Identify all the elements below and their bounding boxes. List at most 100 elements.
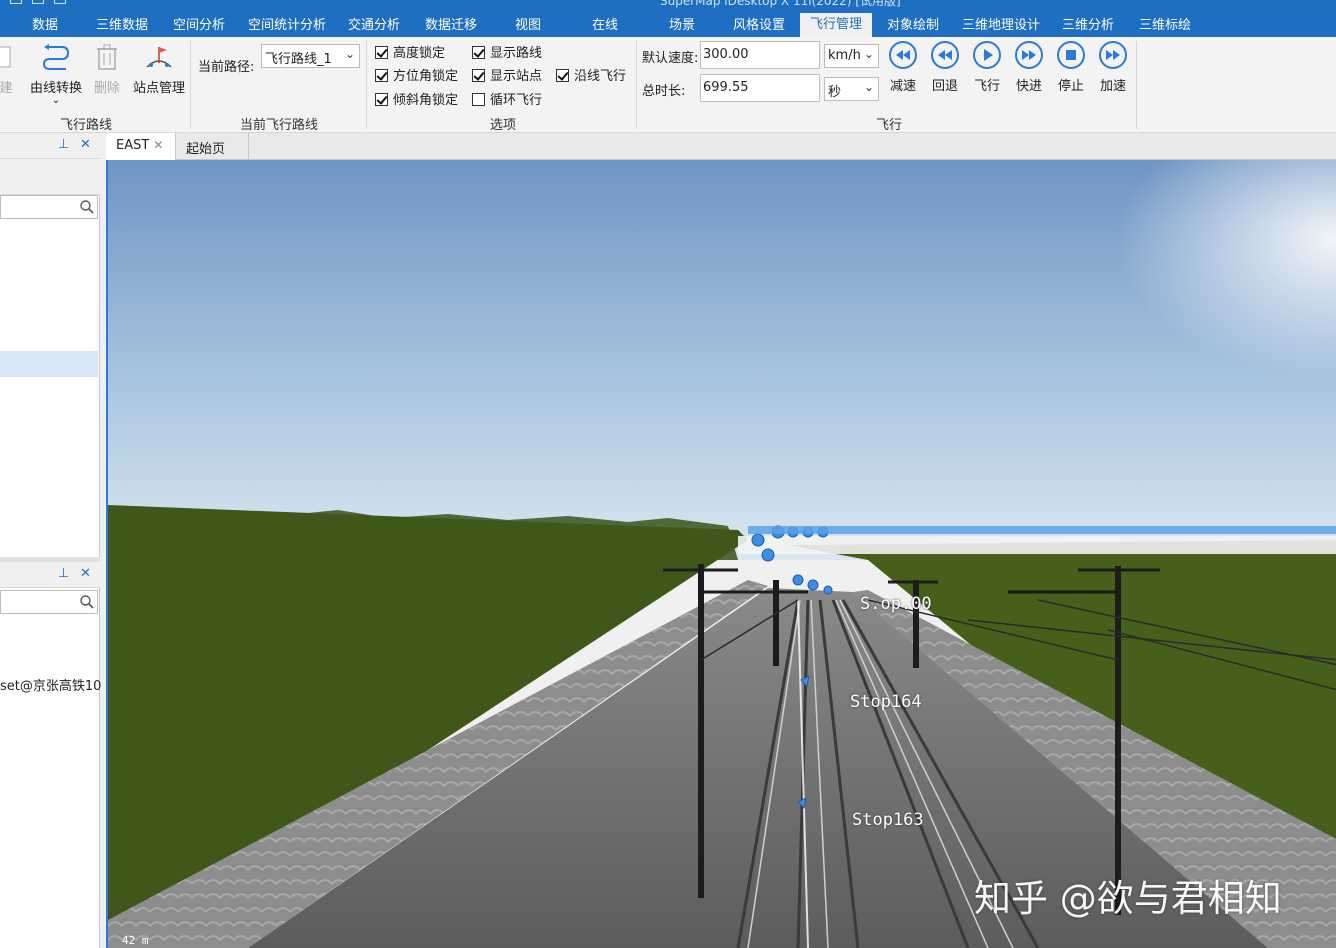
search-input[interactable] [0, 195, 98, 219]
document-tabs: EAST ✕ 起始页 [106, 133, 1336, 160]
rewind-label: 回退 [931, 79, 958, 94]
menu-item[interactable]: 交通分析 [348, 17, 400, 35]
group-label-flight-route: 飞行路线 [60, 118, 113, 133]
fast-forward-icon [1015, 41, 1043, 69]
menu-item[interactable]: 空间分析 [173, 17, 225, 35]
stop-management-label: 站点管理 [132, 81, 185, 96]
speed-unit-value: km/h [828, 48, 861, 63]
menu-item[interactable]: 三维标绘 [1139, 17, 1191, 35]
app-window: SuperMap iDesktop X 11i(2022) [试用版] 数据 三… [0, 0, 1336, 948]
quick-access-icon[interactable] [10, 0, 22, 4]
rewind-button[interactable]: 回退 [925, 41, 965, 94]
duration-unit-value: 秒 [828, 85, 842, 100]
menu-item[interactable]: 对象绘制 [887, 17, 939, 35]
new-route-icon [0, 41, 18, 73]
default-speed-value: 300.00 [703, 47, 749, 62]
checkbox-label: 循环飞行 [490, 93, 543, 108]
menu-item[interactable]: 数据 [32, 17, 58, 35]
trash-icon [90, 41, 124, 73]
checkbox-checked-icon [472, 69, 485, 82]
menu-item[interactable]: 三维数据 [96, 17, 148, 35]
height-lock-checkbox[interactable]: 高度锁定 [375, 42, 445, 61]
group-separator [1136, 41, 1137, 129]
scene-viewport[interactable]: S.op.00 Stop164 Stop163 42 m 知乎 @欲与君相知 [106, 160, 1336, 948]
current-route-select[interactable]: 飞行路线_1 ⌄ [261, 44, 360, 68]
close-icon[interactable]: ✕ [80, 137, 91, 152]
tab-label: 起始页 [186, 142, 226, 157]
default-speed-label: 默认速度: [642, 51, 699, 66]
speed-unit-select[interactable]: km/h ⌄ [824, 44, 879, 68]
fly-button[interactable]: 飞行 [967, 41, 1007, 94]
slow-down-icon [889, 41, 917, 69]
rewind-icon [931, 41, 959, 69]
close-icon[interactable]: ✕ [80, 566, 91, 581]
selected-list-item[interactable] [0, 351, 98, 377]
menu-item[interactable]: 视图 [515, 17, 541, 35]
show-stops-checkbox[interactable]: 显示站点 [472, 65, 542, 84]
tilt-lock-checkbox[interactable]: 倾斜角锁定 [375, 89, 458, 108]
menu-item[interactable]: 场景 [669, 17, 695, 35]
dataset-list-item[interactable]: set@京张高铁10 [0, 675, 101, 694]
checkbox-checked-icon [375, 93, 388, 106]
stop-label: S.op.00 [860, 594, 932, 614]
search-icon [79, 594, 95, 614]
group-label-options: 选项 [490, 118, 517, 133]
menu-item[interactable]: 三维分析 [1062, 17, 1114, 35]
duration-unit-select[interactable]: 秒 ⌄ [824, 77, 879, 101]
slow-down-button[interactable]: 减速 [883, 41, 923, 94]
quick-access-icon[interactable] [32, 0, 44, 4]
scale-label: 42 m [122, 934, 149, 947]
pin-icon[interactable]: ⊥ [58, 137, 69, 152]
group-label-flight: 飞行 [876, 118, 903, 133]
fly-along-line-checkbox[interactable]: 沿线飞行 [556, 65, 626, 84]
checkbox-checked-icon [556, 69, 569, 82]
stop-icon [1057, 41, 1085, 69]
slow-down-label: 减速 [889, 79, 916, 94]
chevron-down-icon[interactable]: ⌄ [28, 96, 84, 106]
search-input[interactable] [0, 590, 98, 614]
convert-from-line-button[interactable]: 由线转换 ⌄ [28, 41, 84, 106]
menu-item[interactable]: 在线 [592, 17, 618, 35]
new-route-button[interactable]: 建 [0, 41, 18, 96]
chevron-down-icon: ⌄ [344, 47, 355, 61]
search-icon [79, 199, 95, 219]
panel-header: ⊥ ✕ [0, 133, 100, 159]
panel-header: ⊥ ✕ [0, 562, 100, 588]
menu-item[interactable]: 风格设置 [733, 17, 785, 35]
ribbon-toolbar: 建 由线转换 ⌄ 删除 站点管理 飞行路线 当前路径: 飞行路线_1 ⌄ 当前飞… [0, 37, 1336, 133]
group-label-current-route: 当前飞行路线 [240, 118, 319, 133]
group-separator [366, 41, 367, 129]
chevron-down-icon: ⌄ [863, 80, 874, 94]
window-title: SuperMap iDesktop X 11i(2022) [试用版] [660, 0, 901, 8]
speed-up-button[interactable]: 加速 [1093, 41, 1133, 94]
loop-flight-checkbox[interactable]: 循环飞行 [472, 89, 542, 108]
stop-management-button[interactable]: 站点管理 [132, 41, 186, 96]
quick-access-icon[interactable] [54, 0, 66, 4]
default-speed-input[interactable]: 300.00 [700, 41, 820, 69]
menu-item[interactable]: 数据迁移 [425, 17, 477, 35]
delete-button[interactable]: 删除 [90, 41, 124, 96]
menu-item-active[interactable]: 飞行管理 [800, 13, 873, 37]
azimuth-lock-checkbox[interactable]: 方位角锁定 [375, 65, 458, 84]
tab-east[interactable]: EAST ✕ [106, 133, 176, 160]
show-route-checkbox[interactable]: 显示路线 [472, 42, 542, 61]
watermark: 知乎 @欲与君相知 [974, 877, 1282, 920]
menu-item[interactable]: 空间统计分析 [248, 17, 326, 35]
tab-start-page[interactable]: 起始页 [176, 133, 249, 160]
stop-management-icon [132, 41, 186, 73]
checkbox-label: 显示站点 [490, 69, 543, 84]
close-icon[interactable]: ✕ [153, 138, 163, 152]
stop-button[interactable]: 停止 [1051, 41, 1091, 94]
chevron-down-icon: ⌄ [863, 47, 874, 61]
group-separator [636, 41, 637, 129]
fast-forward-button[interactable]: 快进 [1009, 41, 1049, 94]
pin-icon[interactable]: ⊥ [58, 566, 69, 581]
group-separator [190, 41, 191, 129]
duration-input[interactable]: 699.55 [700, 74, 820, 102]
tab-label: EAST [116, 138, 150, 153]
menu-item[interactable]: 三维地理设计 [962, 17, 1040, 35]
checkbox-checked-icon [472, 46, 485, 59]
current-route-value: 飞行路线_1 [265, 52, 332, 67]
checkbox-label: 沿线飞行 [574, 69, 627, 84]
checkbox-label: 显示路线 [490, 46, 543, 61]
